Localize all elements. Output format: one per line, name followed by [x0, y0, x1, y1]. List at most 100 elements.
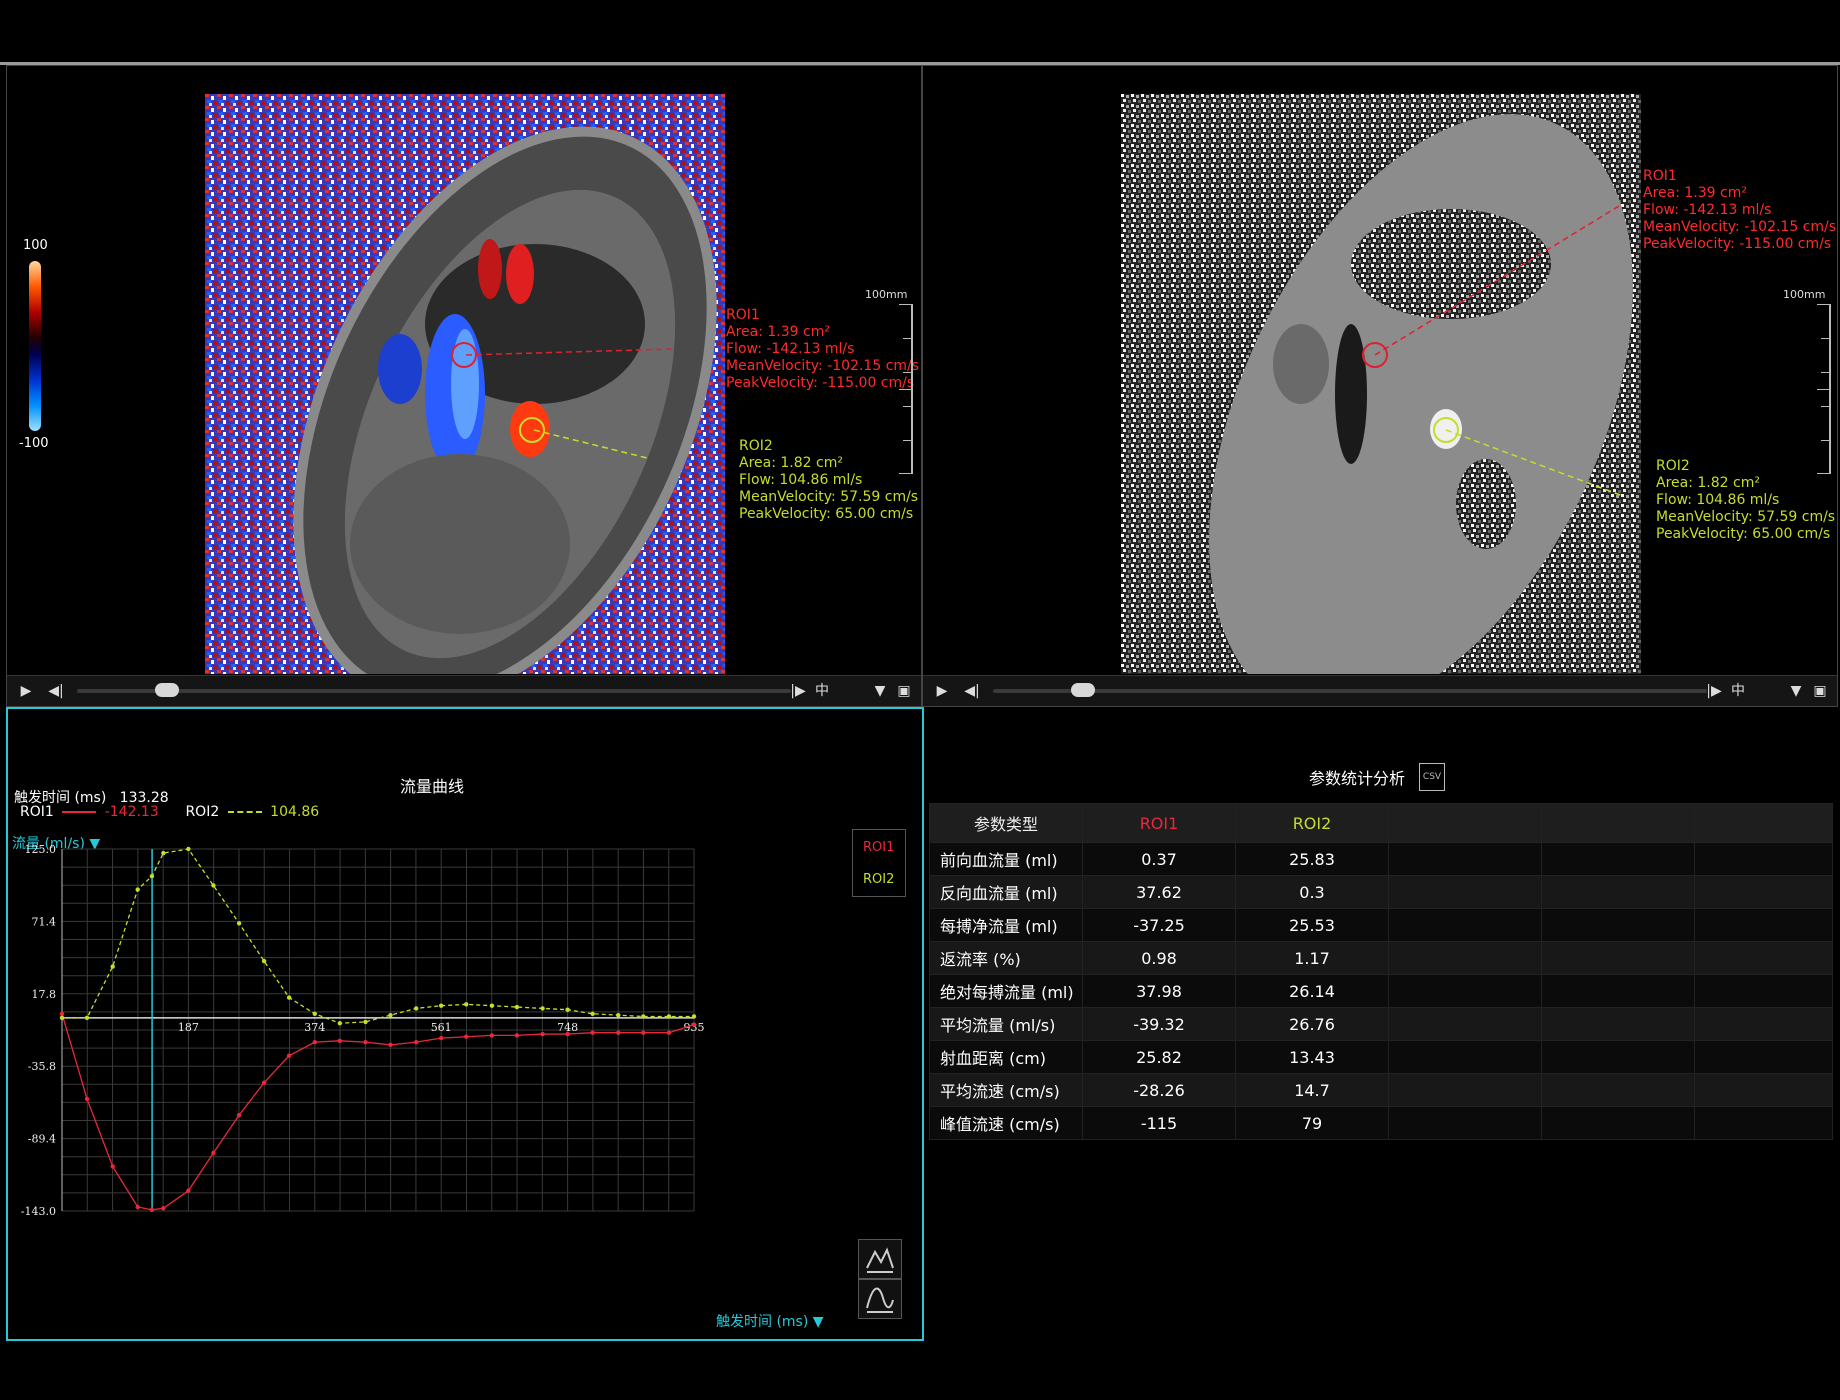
- empty-cell: [1388, 908, 1542, 942]
- csv-export-icon[interactable]: CSV: [1419, 763, 1445, 791]
- speed-button[interactable]: 中: [811, 681, 833, 701]
- param-label-cell: 绝对每搏流量 (ml): [929, 974, 1083, 1008]
- peak-curve-tool-icon[interactable]: [858, 1239, 902, 1279]
- table-row[interactable]: 峰值流速 (cm/s) -115 79: [929, 1106, 1833, 1140]
- play-button[interactable]: ▶: [15, 681, 37, 701]
- empty-cell: [1694, 875, 1833, 909]
- table-row[interactable]: 每搏净流量 (ml) -37.25 25.53: [929, 908, 1833, 942]
- smooth-curve-tool-icon[interactable]: [858, 1279, 902, 1319]
- roi2-value-cell: 14.7: [1235, 1073, 1389, 1107]
- save-icon[interactable]: ▣: [1809, 681, 1831, 701]
- viewer-phase-image[interactable]: ROI1 Area: 1.39 cm² Flow: -142.13 ml/s M…: [922, 65, 1838, 707]
- flow-curve-panel[interactable]: 流量曲线 触发时间 (ms) 133.28 ROI1 -142.13 ROI2 …: [6, 707, 924, 1341]
- header-roi2: ROI2: [1235, 803, 1389, 843]
- data-point-roi1: [666, 1030, 672, 1035]
- data-point-roi1: [489, 1033, 495, 1038]
- statistics-panel: 参数统计分析 CSV 参数类型 ROI1 ROI2 前向血流量 (ml) 0.37…: [924, 707, 1836, 1337]
- data-point-roi2: [641, 1014, 646, 1019]
- x-tick-label: 187: [178, 1021, 199, 1034]
- next-frame-button[interactable]: |▶: [787, 681, 809, 701]
- legend-roi1[interactable]: ROI1: [863, 840, 894, 855]
- data-point-roi1: [439, 1035, 444, 1041]
- roi2-value-cell: 1.17: [1235, 941, 1389, 975]
- empty-cell: [1388, 1040, 1542, 1074]
- empty-cell: [1388, 1106, 1542, 1140]
- data-point-roi1: [464, 1034, 469, 1039]
- param-label-cell: 每搏净流量 (ml): [929, 908, 1083, 942]
- data-point-roi1: [641, 1030, 646, 1035]
- data-point-roi2: [691, 1014, 697, 1019]
- data-point-roi1: [616, 1030, 621, 1035]
- legend-roi2[interactable]: ROI2: [863, 872, 894, 887]
- top-bar: [0, 0, 1840, 65]
- x-tick-label: 561: [431, 1021, 452, 1034]
- table-row[interactable]: 平均流量 (ml/s) -39.32 26.76: [929, 1007, 1833, 1041]
- data-point-roi1: [149, 1207, 155, 1213]
- frame-slider-track[interactable]: [993, 689, 1707, 693]
- data-point-roi1: [691, 1022, 697, 1027]
- frame-slider-thumb[interactable]: [155, 683, 179, 697]
- flow-chart[interactable]: 125.071.417.8-35.8-89.4-143.0187 374 561 74…: [8, 709, 918, 1335]
- empty-cell: [1694, 941, 1833, 975]
- empty-cell: [1541, 1073, 1695, 1107]
- series-line-roi2: [62, 848, 694, 1024]
- data-point-roi2: [59, 1015, 65, 1021]
- x-axis-selector[interactable]: 触发时间 (ms) ▼: [716, 1311, 824, 1331]
- play-button[interactable]: ▶: [931, 681, 953, 701]
- data-point-roi2: [286, 995, 292, 1000]
- param-label-cell: 峰值流速 (cm/s): [929, 1106, 1083, 1140]
- roi2-mean-velocity: MeanVelocity: 57.59 cm/s: [1656, 509, 1836, 525]
- data-point-roi1: [413, 1039, 419, 1045]
- menu-dropdown-icon[interactable]: ▼: [1785, 681, 1807, 701]
- roi1-value-cell: -28.26: [1082, 1073, 1236, 1107]
- param-label-cell: 射血距离 (cm): [929, 1040, 1083, 1074]
- data-point-roi2: [363, 1019, 368, 1025]
- data-point-roi1: [236, 1112, 242, 1118]
- table-row[interactable]: 反向血流量 (ml) 37.62 0.3: [929, 875, 1833, 909]
- viewer-color-flow[interactable]: 100 -100 ROI1 Area: 1.39 cm² Flow: -142.…: [6, 65, 922, 707]
- data-point-roi1: [388, 1042, 393, 1048]
- data-point-roi2: [388, 1012, 393, 1018]
- header-roi1: ROI1: [1082, 803, 1236, 843]
- empty-cell: [1388, 1073, 1542, 1107]
- table-row[interactable]: 射血距离 (cm) 25.82 13.43: [929, 1040, 1833, 1074]
- data-point-roi2: [211, 883, 216, 888]
- next-frame-button[interactable]: |▶: [1703, 681, 1725, 701]
- save-icon[interactable]: ▣: [893, 681, 915, 701]
- x-tick-label: 374: [304, 1021, 325, 1034]
- roi2-value-cell: 25.83: [1235, 842, 1389, 876]
- table-row[interactable]: 前向血流量 (ml) 0.37 25.83: [929, 842, 1833, 876]
- param-label-cell: 返流率 (%): [929, 941, 1083, 975]
- roi2-flow: Flow: 104.86 ml/s: [1656, 492, 1780, 508]
- roi2-peak-velocity: PeakVelocity: 65.00 cm/s: [739, 506, 914, 522]
- roi2-value-cell: 26.76: [1235, 1007, 1389, 1041]
- roi1-value-cell: 25.82: [1082, 1040, 1236, 1074]
- empty-cell: [1388, 941, 1542, 975]
- empty-cell: [1694, 1007, 1833, 1041]
- table-row[interactable]: 返流率 (%) 0.98 1.17: [929, 941, 1833, 975]
- stats-header-row: 参数类型 ROI1 ROI2: [929, 803, 1833, 843]
- empty-cell: [1694, 1106, 1833, 1140]
- roi1-area: Area: 1.39 cm²: [1643, 185, 1747, 201]
- data-point-roi1: [186, 1188, 191, 1193]
- previous-frame-button[interactable]: ◀|: [961, 681, 983, 701]
- table-row[interactable]: 平均流速 (cm/s) -28.26 14.7: [929, 1073, 1833, 1107]
- roi1-value-cell: -39.32: [1082, 1007, 1236, 1041]
- empty-cell: [1694, 908, 1833, 942]
- scale-label: 100mm: [1783, 288, 1826, 301]
- previous-frame-button[interactable]: ◀|: [45, 681, 67, 701]
- speed-button[interactable]: 中: [1727, 681, 1749, 701]
- roi2-value-cell: 26.14: [1235, 974, 1389, 1008]
- y-tick-label: -143.0: [21, 1205, 56, 1218]
- y-tick-label: 125.0: [25, 843, 57, 856]
- frame-slider-thumb[interactable]: [1071, 683, 1095, 697]
- menu-dropdown-icon[interactable]: ▼: [869, 681, 891, 701]
- series-line-roi1: [61, 1013, 695, 1211]
- scale-label: 100mm: [865, 288, 908, 301]
- scale-bar: [1809, 304, 1831, 474]
- table-row[interactable]: 绝对每搏流量 (ml) 37.98 26.14: [929, 974, 1833, 1008]
- data-point-roi1: [110, 1164, 115, 1169]
- param-label-cell: 反向血流量 (ml): [929, 875, 1083, 909]
- data-point-roi1: [312, 1039, 317, 1045]
- frame-slider-track[interactable]: [77, 689, 791, 693]
